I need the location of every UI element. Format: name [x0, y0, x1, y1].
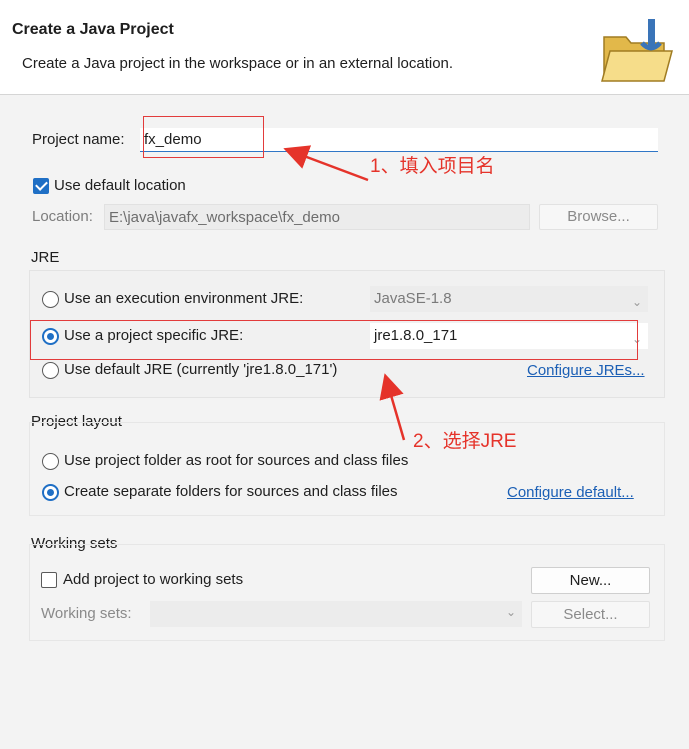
project-name-label: Project name:	[32, 131, 125, 148]
execution-environment-label: Use an execution environment JRE:	[64, 290, 304, 307]
execution-environment-radio[interactable]	[42, 291, 59, 308]
default-jre-label: Use default JRE (currently 'jre1.8.0_171…	[64, 361, 338, 378]
working-sets-label: Working sets:	[41, 605, 132, 622]
execution-environment-select[interactable]: JavaSE-1.8 ⌄	[370, 286, 648, 312]
jre-highlight-box	[30, 320, 638, 360]
project-name-highlight-box	[143, 116, 264, 158]
location-input[interactable]	[104, 204, 530, 230]
configure-default-link[interactable]: Configure default...	[507, 484, 634, 501]
wizard-title: Create a Java Project	[12, 21, 174, 38]
select-working-sets-button[interactable]: Select...	[531, 601, 650, 628]
add-to-working-sets-checkbox[interactable]	[41, 572, 57, 588]
arrow-to-project-name	[283, 145, 369, 182]
configure-jres-link[interactable]: Configure JREs...	[527, 362, 645, 379]
wizard-description: Create a Java project in the workspace o…	[22, 55, 454, 72]
location-label: Location:	[32, 208, 93, 225]
project-folder-root-label: Use project folder as root for sources a…	[64, 452, 409, 469]
default-jre-radio[interactable]	[42, 362, 59, 379]
add-to-working-sets-label: Add project to working sets	[63, 571, 244, 588]
chevron-down-icon: ⌄	[505, 605, 516, 619]
jre-group-title: JRE	[31, 249, 60, 266]
wizard-header: Create a Java Project Create a Java proj…	[0, 0, 689, 95]
annotation-step2: 2、选择JRE	[413, 431, 517, 452]
new-working-set-button[interactable]: New...	[531, 567, 650, 594]
separate-folders-radio[interactable]	[42, 484, 59, 501]
project-layout-group	[29, 422, 665, 516]
use-default-location-label: Use default location	[54, 177, 186, 194]
browse-button[interactable]: Browse...	[539, 204, 658, 230]
use-default-location-checkbox[interactable]	[33, 178, 49, 194]
project-folder-root-radio[interactable]	[42, 453, 59, 470]
java-project-folder-icon	[601, 19, 673, 82]
working-sets-select[interactable]: ⌄	[150, 601, 522, 627]
chevron-down-icon: ⌄	[631, 295, 642, 309]
annotation-step1: 1、填入项目名	[370, 156, 495, 177]
separate-folders-label: Create separate folders for sources and …	[64, 483, 398, 500]
execution-environment-value: JavaSE-1.8	[374, 290, 452, 307]
